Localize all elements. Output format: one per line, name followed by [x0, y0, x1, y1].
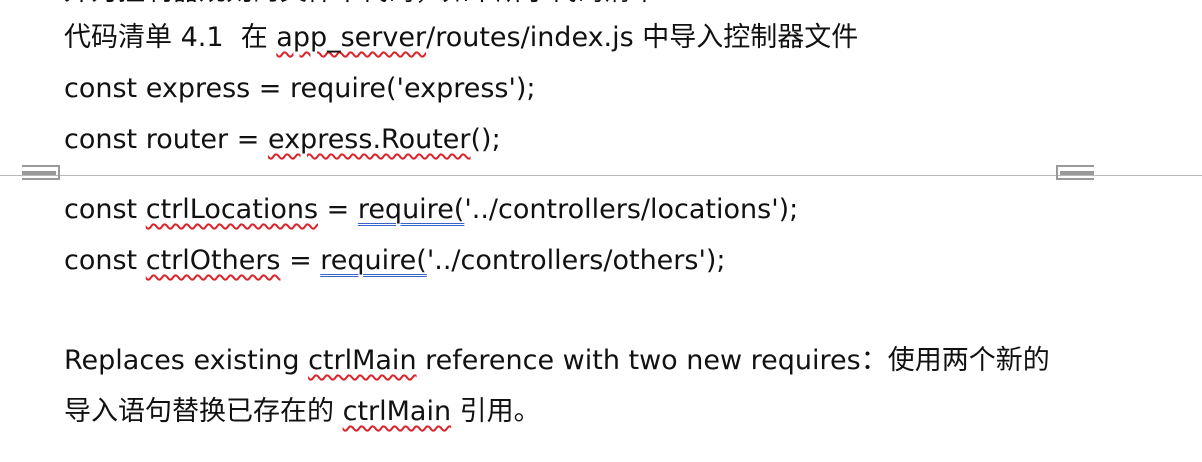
caption-text-after: 中导入控制器文件 — [633, 22, 859, 53]
code-text: const — [64, 245, 146, 276]
code-text: '../controllers/locations'); — [464, 194, 799, 225]
paragraph-text: 引用。 — [451, 396, 541, 427]
caption-path-rest: /routes/index.js — [426, 22, 634, 53]
code-text: = — [318, 194, 358, 225]
page-break-divider — [0, 175, 1202, 176]
listing-label: 代码清单 4.1 — [64, 22, 224, 53]
code-line-4: const ctrlOthers = require('../controlle… — [64, 243, 726, 279]
code-text: const — [64, 194, 146, 225]
spellcheck-word[interactable]: ctrlOthers — [146, 245, 281, 276]
code-text: const router = — [64, 124, 268, 155]
paragraph-text: 导入语句替换已存在的 — [64, 396, 343, 427]
paragraph-line-1: Replaces existing ctrlMain reference wit… — [64, 343, 1050, 379]
code-text: = — [280, 245, 321, 276]
spellcheck-word[interactable]: ctrlMain — [343, 396, 452, 427]
code-line-3: const ctrlLocations = require('../contro… — [64, 192, 798, 228]
grammar-mark[interactable]: require( — [358, 194, 465, 225]
paragraph-line-2: 导入语句替换已存在的 ctrlMain 引用。 — [64, 394, 541, 430]
spellcheck-word[interactable]: express.Router — [268, 124, 471, 155]
paragraph-text: reference with two new requires：使用两个新的 — [416, 345, 1050, 376]
grammar-mark[interactable]: require( — [320, 245, 427, 276]
spellcheck-word-path[interactable]: app_server — [276, 22, 426, 53]
paragraph-text: Replaces existing — [64, 345, 309, 376]
code-text: (); — [470, 124, 501, 155]
crop-mark-left-icon — [22, 165, 60, 180]
spellcheck-word[interactable]: ctrlLocations — [146, 194, 318, 225]
code-text: const express = require('express'); — [64, 73, 536, 104]
code-line-1: const express = require('express'); — [64, 71, 536, 107]
code-line-2: const router = express.Router(); — [64, 122, 501, 158]
cut-off-text-line: 外为控制器规则的文件中代码，如下所示代码清单 — [64, 0, 658, 10]
spellcheck-word[interactable]: ctrlMain — [308, 345, 417, 376]
caption-text-before: 在 — [240, 22, 277, 53]
listing-caption: 代码清单 4.1 在 app_server/routes/index.js 中导… — [64, 20, 858, 56]
crop-mark-right-icon — [1056, 165, 1094, 180]
code-text: '../controllers/others'); — [426, 245, 726, 276]
